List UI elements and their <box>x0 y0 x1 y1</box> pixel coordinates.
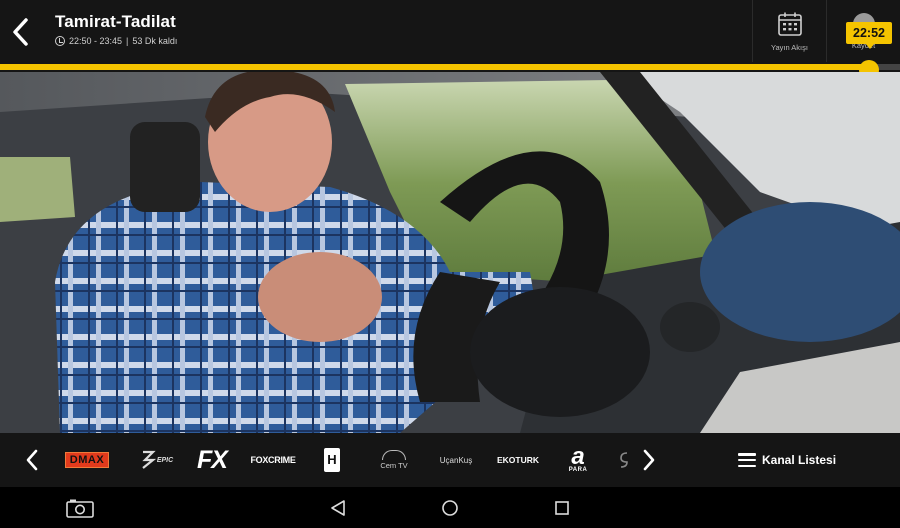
back-button[interactable] <box>8 14 32 50</box>
apara-logo-letter: a <box>571 443 585 470</box>
back-triangle-icon <box>331 500 345 516</box>
channel-list-button[interactable]: Kanal Listesi <box>738 447 836 473</box>
schedule-button[interactable]: Yayın Akışı <box>752 0 826 62</box>
epic-logo: EPIC <box>156 456 174 464</box>
channels-prev-button[interactable] <box>20 447 44 473</box>
chevron-left-icon <box>26 449 38 471</box>
channel-epic[interactable]: EPIC <box>135 445 177 475</box>
program-timing: 22:50 - 23:45 | 53 Dk kaldı <box>55 36 177 46</box>
channels-next-button[interactable] <box>637 447 661 473</box>
timeline-progress[interactable] <box>0 60 900 80</box>
h-logo: H <box>324 448 340 472</box>
channel-strip: DMAX EPIC FX FOXCRIME H Cem TV UçanKuş E… <box>0 433 900 487</box>
separator: | <box>126 36 129 46</box>
time-range: 22:50 - 23:45 <box>69 36 123 46</box>
channel-partial[interactable] <box>618 445 630 475</box>
channel-fx[interactable]: FX <box>188 445 236 475</box>
nav-back-button[interactable] <box>324 495 352 521</box>
recents-square-icon <box>555 501 569 515</box>
program-title: Tamirat-Tadilat <box>55 12 176 31</box>
channel-foxcrime[interactable]: FOXCRIME <box>247 445 299 475</box>
chevron-left-icon <box>13 18 28 46</box>
camera-icon <box>66 499 94 518</box>
channel-h[interactable]: H <box>320 445 344 475</box>
remaining-time: 53 Dk kaldı <box>132 36 178 46</box>
epic-logo-icon <box>142 450 156 469</box>
channel-apara[interactable]: a PARA <box>562 445 594 475</box>
cemtv-logo: Cem TV <box>380 461 408 470</box>
clock-icon <box>55 36 65 46</box>
nav-recents-button[interactable] <box>548 495 576 521</box>
channel-cemtv[interactable]: Cem TV <box>372 445 416 475</box>
menu-icon <box>738 453 756 467</box>
channel-dmax[interactable]: DMAX <box>62 445 112 475</box>
dmax-logo: DMAX <box>64 452 110 468</box>
fx-logo: FX <box>197 445 228 474</box>
screenshot-button[interactable] <box>66 495 94 521</box>
partial-logo-icon <box>620 452 628 468</box>
system-navigation-bar <box>0 487 900 528</box>
cemtv-arc-icon <box>382 450 406 460</box>
channel-ekoturk[interactable]: EKOTURK <box>496 445 540 475</box>
chevron-right-icon <box>643 449 655 471</box>
top-bar: Tamirat-Tadilat 22:50 - 23:45 | 53 Dk ka… <box>0 0 900 62</box>
ucankus-logo: UçanKuş <box>439 455 473 465</box>
nav-home-button[interactable] <box>436 495 464 521</box>
apara-logo-text: PARA <box>568 467 588 473</box>
video-frame <box>0 72 900 433</box>
ekoturk-logo: EKOTURK <box>496 455 540 465</box>
foxcrime-logo: FOXCRIME <box>250 455 296 465</box>
channel-list-label: Kanal Listesi <box>762 453 837 467</box>
current-time-badge: 22:52 <box>846 22 892 49</box>
channel-ucankus[interactable]: UçanKuş <box>434 445 478 475</box>
progress-fill <box>0 64 869 70</box>
schedule-label: Yayın Akışı <box>771 42 808 52</box>
progress-track <box>0 60 900 80</box>
calendar-icon <box>777 12 802 36</box>
video-player[interactable]: 10 10 <box>0 72 900 433</box>
home-circle-icon <box>442 500 458 516</box>
